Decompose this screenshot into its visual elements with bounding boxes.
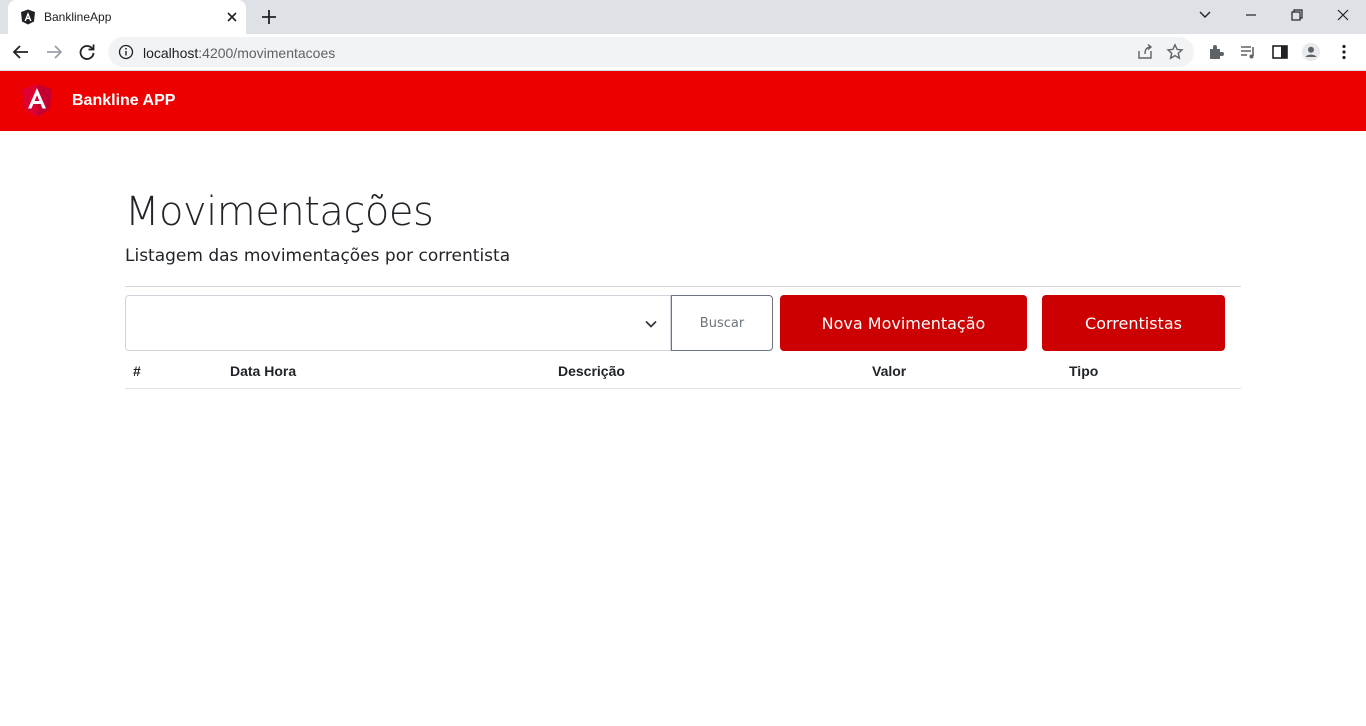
column-header-datetime: Data Hora [230, 363, 297, 379]
correntista-select[interactable] [125, 295, 671, 351]
tab-title: BanklineApp [44, 10, 112, 24]
browser-toolbar: localhost:4200/movimentacoes [0, 34, 1366, 71]
app-title[interactable]: Bankline APP [72, 92, 175, 110]
media-control-icon[interactable] [1238, 42, 1258, 62]
search-button[interactable]: Buscar [671, 295, 773, 351]
main-content: Movimentações Listagem das movimentações… [125, 186, 1241, 389]
angular-logo-icon [22, 84, 52, 117]
reload-icon[interactable] [76, 41, 98, 63]
url-text: localhost:4200/movimentacoes [143, 45, 335, 61]
divider [125, 286, 1241, 287]
new-tab-icon[interactable] [258, 6, 280, 28]
new-movement-button[interactable]: Nova Movimentação [780, 295, 1027, 351]
column-header-description: Descrição [558, 363, 625, 379]
page-title: Movimentações [125, 189, 434, 235]
browser-menu-icon[interactable] [1334, 42, 1354, 62]
movements-table: # Data Hora Descrição Valor Tipo [125, 351, 1241, 389]
table-header-row: # Data Hora Descrição Valor Tipo [125, 351, 1241, 389]
close-window-icon[interactable] [1320, 0, 1366, 30]
url-path: :4200/movimentacoes [198, 45, 336, 61]
address-bar[interactable]: localhost:4200/movimentacoes [108, 37, 1194, 67]
back-icon[interactable] [10, 41, 32, 63]
angular-favicon-icon [21, 9, 35, 25]
share-icon[interactable] [1136, 43, 1154, 61]
chevron-down-icon [645, 320, 657, 328]
url-host: localhost [143, 45, 199, 61]
close-tab-icon[interactable] [224, 9, 240, 25]
browser-tabstrip: BanklineApp [0, 0, 1366, 34]
restore-icon[interactable] [1274, 0, 1320, 30]
profile-avatar-icon[interactable] [1301, 42, 1321, 62]
forward-icon[interactable] [43, 41, 65, 63]
filter-controls: Buscar Nova Movimentação Correntistas [125, 295, 1241, 351]
account-holders-button[interactable]: Correntistas [1042, 295, 1225, 351]
column-header-type: Tipo [1069, 363, 1099, 379]
side-panel-icon[interactable] [1270, 42, 1290, 62]
site-info-icon[interactable] [118, 44, 134, 60]
tab-search-icon[interactable] [1182, 0, 1228, 30]
app-header: Bankline APP [0, 71, 1366, 131]
column-header-value: Valor [872, 363, 907, 379]
column-header-id: # [133, 363, 141, 379]
extensions-icon[interactable] [1206, 42, 1226, 62]
page-subtitle: Listagem das movimentações por correntis… [125, 246, 511, 266]
bookmark-star-icon[interactable] [1166, 43, 1184, 61]
minimize-icon[interactable] [1228, 0, 1274, 30]
browser-tab[interactable]: BanklineApp [8, 0, 246, 34]
